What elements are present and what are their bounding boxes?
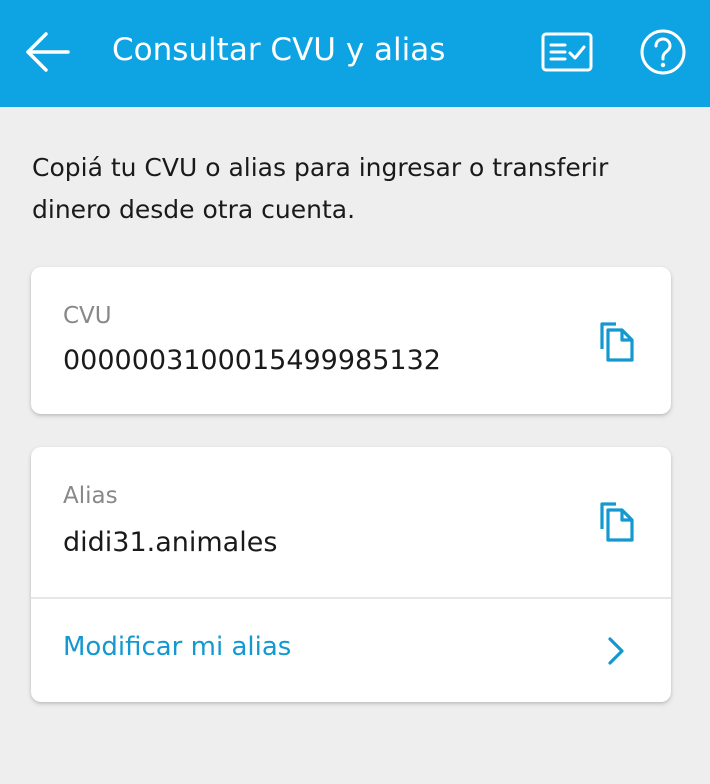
help-button[interactable] (639, 28, 687, 76)
alias-card: Alias didi31.animales Modificar mi alias (31, 447, 671, 702)
copy-alias-button[interactable] (595, 499, 639, 547)
question-circle-icon (640, 29, 686, 75)
alias-label: Alias (63, 483, 118, 509)
receipt-button[interactable] (540, 31, 594, 73)
back-button[interactable] (22, 30, 72, 74)
modify-alias-button[interactable]: Modificar mi alias (31, 599, 671, 702)
page-title: Consultar CVU y alias (112, 32, 446, 68)
intro-text: Copiá tu CVU o alias para ingresar o tra… (32, 153, 609, 224)
copy-icon (600, 502, 634, 542)
cvu-value: 0000003100015499985132 (63, 345, 441, 376)
copy-cvu-button[interactable] (595, 319, 639, 367)
arrow-left-icon (26, 32, 70, 72)
receipt-check-icon (541, 32, 593, 72)
app-header: Consultar CVU y alias (0, 0, 710, 107)
chevron-right-icon (608, 637, 624, 665)
copy-icon (600, 322, 634, 362)
cvu-label: CVU (63, 303, 112, 329)
modify-alias-label: Modificar mi alias (63, 632, 292, 662)
cvu-card: CVU 0000003100015499985132 (31, 267, 671, 414)
alias-value: didi31.animales (63, 527, 278, 558)
